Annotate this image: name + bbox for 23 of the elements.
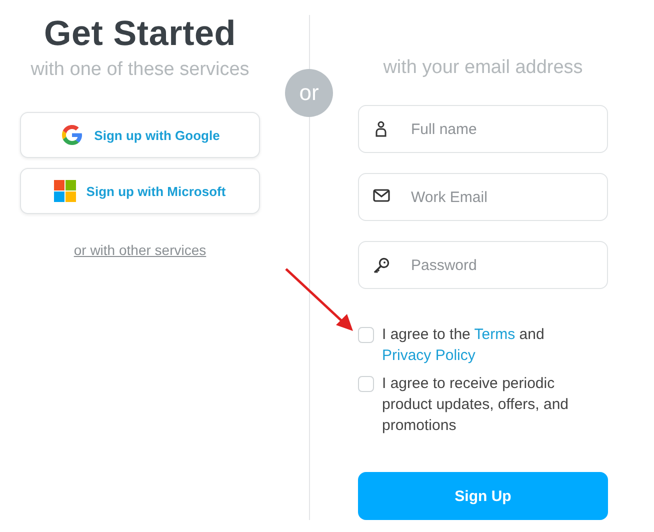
or-badge: or — [285, 69, 333, 117]
policy-link[interactable]: Terms — [474, 326, 516, 343]
person-icon — [375, 121, 387, 137]
key-icon — [372, 257, 390, 274]
microsoft-icon — [54, 180, 76, 202]
checkbox[interactable] — [358, 376, 374, 392]
microsoft-signup-button[interactable]: Sign up with Microsoft — [20, 168, 260, 214]
email-heading: with your email address — [382, 56, 584, 80]
checkbox[interactable] — [358, 327, 374, 343]
password-field[interactable]: Password — [358, 241, 608, 289]
name-field[interactable]: Full name — [358, 105, 608, 153]
google-signup-button[interactable]: Sign up with Google — [20, 112, 260, 158]
mail-icon — [372, 189, 390, 202]
email-field[interactable]: Work Email — [358, 173, 608, 221]
annotation-arrow — [285, 268, 353, 331]
google-icon — [60, 123, 84, 147]
subtitle: with one of these services — [30, 58, 250, 82]
other-services-link[interactable]: or with other services — [74, 242, 206, 258]
page-title: Get Started — [44, 14, 236, 54]
policy-link[interactable]: Privacy Policy — [382, 347, 476, 364]
consent-text: I agree to the Terms and Privacy Policy — [382, 325, 546, 366]
consent-text: I agree to receive periodic product updates, offers, and promotions — [382, 374, 570, 436]
sign-up-button[interactable]: Sign Up — [358, 472, 608, 520]
